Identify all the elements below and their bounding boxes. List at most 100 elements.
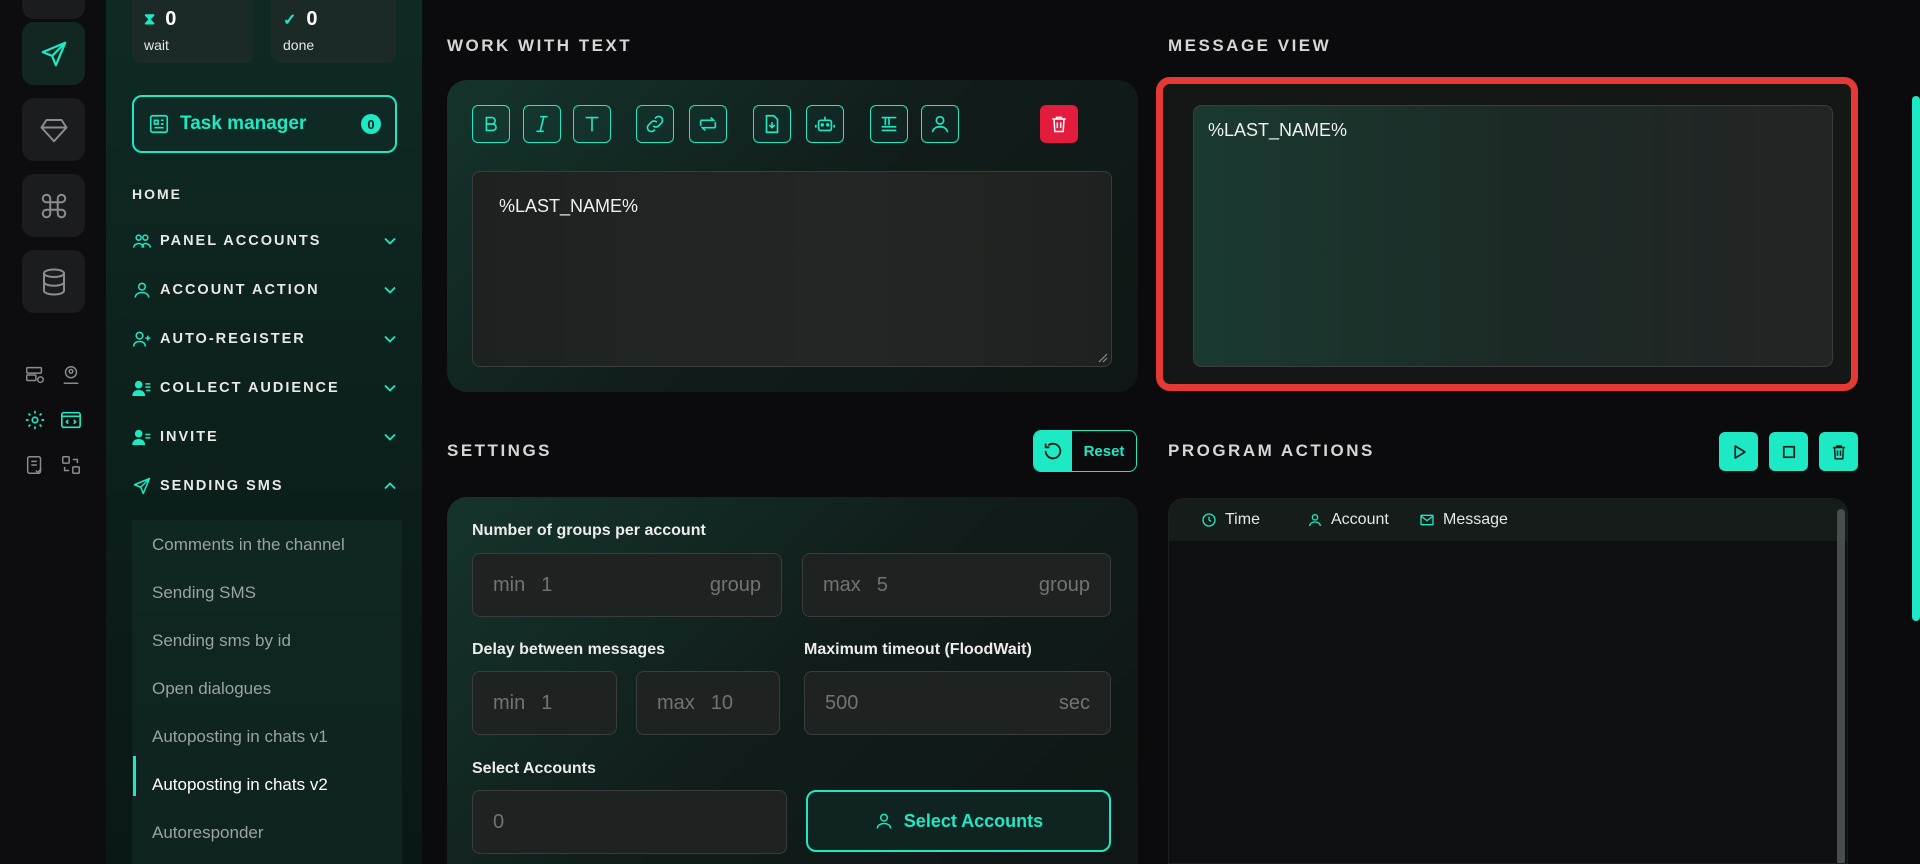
clock-icon [1202,513,1216,527]
wait-count: 0 [165,8,177,30]
app-window: ⧗ 0 wait ✓ 0 done Task manager 0 HOME PANE… [0,0,1920,864]
resize-handle-icon[interactable] [1098,353,1108,363]
bot-button[interactable] [806,105,844,143]
server-settings-icon[interactable] [22,362,48,388]
delay-max-input[interactable]: max 10 [636,671,780,735]
user-plus-icon [132,331,151,347]
user-location-icon[interactable] [58,362,84,388]
nav-auto-register[interactable]: AUTO-REGISTER [132,324,400,354]
users-icon [132,234,152,248]
submenu-item[interactable]: Comments in the channel [152,535,345,555]
nav-invite[interactable]: INVITE [132,422,400,452]
task-board-icon [149,114,169,134]
nav-label: INVITE [160,429,219,445]
nav-sending-sms[interactable]: SENDING SMS [132,471,400,501]
command-icon [41,193,66,218]
user-variable-button[interactable] [921,105,959,143]
icon-rail [0,0,106,864]
submenu-item[interactable]: Autoresponder [152,823,264,843]
message-preview: %LAST_NAME% [1193,105,1833,367]
timeout-input[interactable]: 500 sec [804,671,1111,735]
nav-label: AUTO-REGISTER [160,331,306,347]
task-manager-button[interactable]: Task manager 0 [132,95,397,153]
clear-log-button[interactable] [1819,432,1858,471]
clear-text-button[interactable] [1040,105,1078,143]
repeat-icon [699,116,717,132]
trash-icon [1832,444,1845,459]
hourglass-icon: ⧗ [144,10,156,28]
diamond-icon [40,118,67,142]
text-button[interactable] [573,105,611,143]
settings-gear-icon[interactable] [22,407,48,433]
transfer-icon[interactable] [58,452,84,478]
stop-icon [1782,445,1795,458]
log-header: Time Account Message [1169,499,1847,541]
page-scrollbar[interactable] [1912,96,1920,621]
wait-stat: ⧗ 0 wait [132,0,254,63]
stop-button[interactable] [1769,432,1808,471]
rail-database-button[interactable] [22,250,85,313]
import-file-button[interactable] [753,105,791,143]
play-icon [1733,444,1746,459]
column-time: Time [1201,511,1307,529]
text-format-button[interactable] [870,105,908,143]
nav-label: COLLECT AUDIENCE [160,380,340,396]
select-accounts-button-label: Select Accounts [903,810,1044,831]
delay-label: Delay between messages [472,641,665,658]
submenu-item[interactable]: Autoposting in chats v1 [152,727,328,747]
check-circle-icon: ✓ [283,11,297,29]
italic-icon [536,115,548,133]
code-window-icon[interactable] [58,407,84,433]
delay-min-input[interactable]: min 1 [472,671,617,735]
send-icon [133,477,151,495]
start-button[interactable] [1719,432,1758,471]
accounts-count-field: 0 [472,790,787,854]
chevron-down-icon [384,433,396,441]
groups-min-input[interactable]: min 1 group [472,553,782,617]
user-icon [134,282,150,298]
column-message: Message [1419,511,1508,529]
log-scrollbar[interactable] [1837,509,1845,863]
task-manager-badge: 0 [361,114,381,134]
send-icon [41,41,66,66]
timeout-label: Maximum timeout (FloodWait) [804,641,1032,658]
italic-button[interactable] [523,105,561,143]
chevron-down-icon [384,384,396,392]
text-lines-icon [881,116,897,132]
mail-icon [1420,514,1434,526]
select-accounts-label: Select Accounts [472,760,596,777]
bold-button[interactable] [472,105,510,143]
rail-diamond-button[interactable] [22,98,85,161]
message-view-title: MESSAGE VIEW [1168,36,1332,55]
rail-button-top[interactable] [22,0,85,19]
rail-command-button[interactable] [22,174,85,237]
nav-account-action[interactable]: ACCOUNT ACTION [132,275,400,305]
nav-panel-accounts[interactable]: PANEL ACCOUNTS [132,226,400,256]
submenu-item-active[interactable]: Autoposting in chats v2 [152,775,328,795]
task-list-icon[interactable] [22,452,48,478]
column-account: Account [1307,511,1419,529]
link-button[interactable] [636,105,674,143]
message-text-editor[interactable]: %LAST_NAME% [472,171,1112,367]
reset-button[interactable]: Reset [1033,430,1137,472]
nav-home[interactable]: HOME [132,186,182,202]
settings-title: SETTINGS [447,441,553,460]
nav-label: PANEL ACCOUNTS [160,233,322,249]
chevron-down-icon [384,237,396,245]
done-stat: ✓ 0 done [271,0,396,63]
submenu-item[interactable]: Open dialogues [152,679,271,699]
submenu-item[interactable]: Sending SMS [152,583,256,603]
bold-icon [485,116,497,132]
chevron-down-icon [384,335,396,343]
user-icon [876,813,892,829]
link-icon [646,115,664,133]
submenu-item[interactable]: Sending sms by id [152,631,291,651]
action-log-table: Time Account Message [1168,498,1848,864]
chevron-down-icon [384,286,396,294]
repeat-button[interactable] [689,105,727,143]
select-accounts-button[interactable]: Select Accounts [806,790,1111,852]
groups-max-input[interactable]: max 5 group [802,553,1111,617]
rail-send-button[interactable] [22,22,85,85]
nav-collect-audience[interactable]: COLLECT AUDIENCE [132,373,400,403]
user-icon [1309,514,1321,527]
